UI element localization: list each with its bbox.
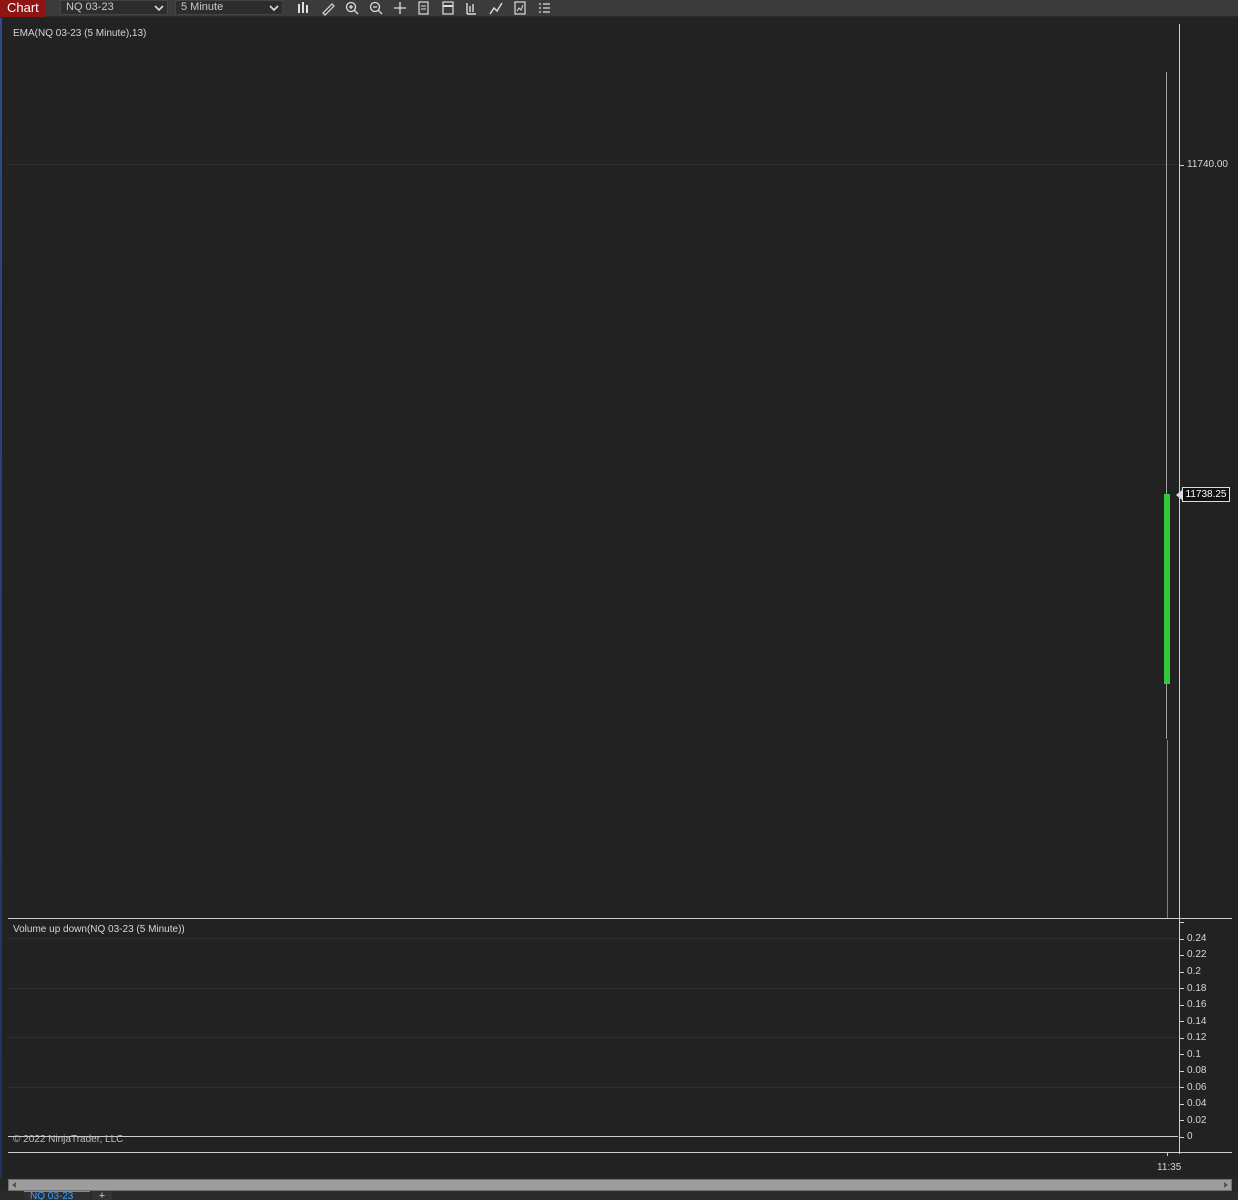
crosshair-icon[interactable] <box>392 0 408 16</box>
volume-tick-label: 0.22 <box>1187 949 1207 960</box>
volume-tick-label: 0.12 <box>1187 1032 1207 1043</box>
chart-toolbar: Chart NQ 03-23 5 Minute <box>0 0 1238 17</box>
volume-tick <box>1180 922 1184 923</box>
chevron-down-icon <box>154 5 164 12</box>
volume-tick-label: 0 <box>1187 1131 1193 1142</box>
volume-gridline <box>8 988 1179 989</box>
volume-tick <box>1180 1038 1184 1039</box>
volume-tick-label: 0.14 <box>1187 1016 1207 1027</box>
time-axis-label: 11:35 <box>1157 1162 1182 1173</box>
volume-tick <box>1180 1021 1184 1022</box>
volume-tick <box>1180 1137 1184 1138</box>
volume-tick-label: 0.2 <box>1187 966 1201 977</box>
volume-tick <box>1180 1054 1184 1055</box>
price-gridline <box>8 164 1179 165</box>
indicators-icon[interactable] <box>512 0 528 16</box>
volume-tick-label: 0.1 <box>1187 1049 1201 1060</box>
instrument-selector[interactable]: NQ 03-23 <box>60 0 168 15</box>
volume-tick-label: 0.16 <box>1187 999 1207 1010</box>
chevron-down-icon <box>269 5 279 12</box>
volume-gridline <box>8 938 1179 939</box>
price-panel[interactable]: EMA(NQ 03-23 (5 Minute),13) <box>8 24 1232 918</box>
time-tick <box>1167 1152 1168 1156</box>
volume-tick-label: 0.04 <box>1187 1098 1207 1109</box>
current-price-marker: 11738.25 <box>1176 487 1230 502</box>
time-axis-line <box>8 1152 1232 1153</box>
strategy-icon[interactable] <box>488 0 504 16</box>
volume-tick <box>1180 1120 1184 1121</box>
volume-gridline <box>8 1087 1179 1088</box>
volume-tick <box>1180 1104 1184 1105</box>
add-tab-button[interactable]: + <box>92 1191 112 1200</box>
volume-tick <box>1180 988 1184 989</box>
volume-marker-line <box>1167 740 1168 918</box>
pencil-icon[interactable] <box>320 0 336 16</box>
volume-panel-label: Volume up down(NQ 03-23 (5 Minute)) <box>13 924 185 935</box>
price-panel-label: EMA(NQ 03-23 (5 Minute),13) <box>13 28 147 39</box>
volume-tick <box>1180 1087 1184 1088</box>
volume-tick <box>1180 972 1184 973</box>
instrument-value: NQ 03-23 <box>66 1 114 13</box>
volume-tick <box>1180 955 1184 956</box>
volume-tick-label: 0.24 <box>1187 933 1207 944</box>
volume-tick-label: 0.06 <box>1187 1082 1207 1093</box>
scroll-left-icon[interactable] <box>10 1181 18 1189</box>
horizontal-scrollbar[interactable] <box>8 1179 1232 1191</box>
price-axis-line <box>1179 24 1180 1154</box>
interval-selector[interactable]: 5 Minute <box>175 0 283 15</box>
volume-zero-line <box>8 1136 1178 1137</box>
volume-gridline <box>8 1037 1179 1038</box>
volume-tick-label: 0.18 <box>1187 983 1207 994</box>
volume-tick <box>1180 939 1184 940</box>
volume-tick <box>1180 1005 1184 1006</box>
up-candle[interactable] <box>1164 494 1170 684</box>
scroll-right-icon[interactable] <box>1222 1181 1230 1189</box>
data-box-icon[interactable] <box>440 0 456 16</box>
zoom-out-icon[interactable] <box>368 0 384 16</box>
price-tick-label: 11740.00 <box>1187 159 1228 170</box>
toolbar-icons <box>296 0 552 16</box>
candle-upper-wick <box>1166 72 1167 494</box>
copyright-text: © 2022 NinjaTrader, LLC <box>13 1134 124 1145</box>
chart-trader-icon[interactable] <box>464 0 480 16</box>
volume-panel[interactable]: Volume up down(NQ 03-23 (5 Minute)) <box>8 918 1232 1154</box>
tab-nq-03-23[interactable]: NQ 03-23 <box>24 1191 90 1200</box>
bar-type-icon[interactable] <box>296 0 312 16</box>
list-icon[interactable] <box>536 0 552 16</box>
volume-tick <box>1180 1071 1184 1072</box>
volume-tick-label: 0.08 <box>1187 1065 1207 1076</box>
interval-value: 5 Minute <box>181 1 224 13</box>
price-tick <box>1180 165 1184 166</box>
volume-tick-label: 0.02 <box>1187 1115 1207 1126</box>
properties-icon[interactable] <box>416 0 432 16</box>
window-edge <box>0 18 2 1178</box>
chart-menu-button[interactable]: Chart <box>0 0 46 17</box>
tab-bar <box>0 1191 1238 1200</box>
candle-lower-wick <box>1166 684 1167 739</box>
zoom-in-icon[interactable] <box>344 0 360 16</box>
